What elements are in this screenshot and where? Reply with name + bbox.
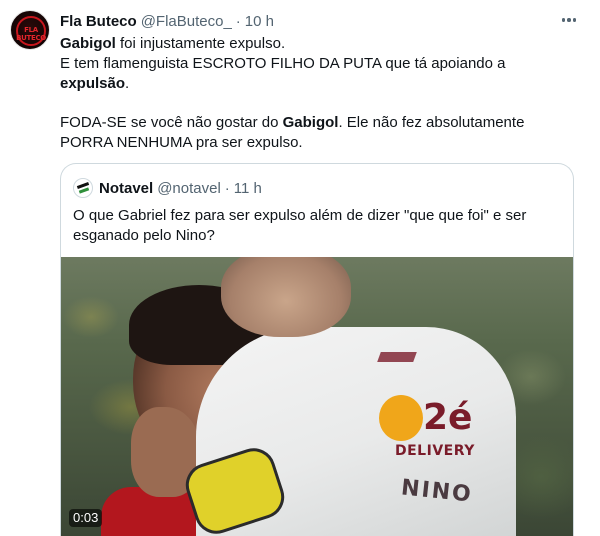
bold-text: Gabigol [282,114,339,131]
video-duration-badge: 0:03 [69,509,103,527]
tweet-text-line: PORRA NENHUMA pra ser expulso. [60,133,303,153]
tweet-text-line: expulsão. [60,74,129,94]
bold-text: Gabigol [60,35,116,52]
text-span: E tem flamenguista ESCROTO FILHO DA PUTA… [60,55,506,72]
quoted-text-line: esganado pelo Nino? [73,227,215,244]
text-span: foi injustamente expulso. [115,35,286,52]
sponsor-logo-icon [379,395,423,441]
sponsor-mark: 2é [423,397,473,438]
text-span: FODA-SE se você não gostar do [60,114,283,131]
quoted-tweet[interactable]: Notavel @notavel · 11 h O que Gabriel fe… [60,163,574,536]
tweet-header: Fla Buteco @FlaButeco_ · 10 h [60,11,274,31]
quoted-timestamp: 11 h [233,179,262,197]
tweet-timestamp[interactable]: 10 h [245,13,274,30]
more-options-icon[interactable] [558,10,580,30]
video-figure [221,257,351,337]
more-dot [561,18,566,22]
text-span: . [125,75,130,92]
jersey-collar [377,352,417,362]
more-dot [572,18,577,22]
tweet-text-line: Gabigol foi injustamente expulso. [60,34,285,54]
bold-text: expulsão [60,75,126,92]
author-avatar[interactable]: FLA BUTECO [10,10,50,50]
text-span: . Ele não fez absolutamente [338,114,525,131]
tweet-text-line: FODA-SE se você não gostar do Gabigol. E… [60,113,524,133]
quoted-author-handle: @notavel [157,179,221,197]
quoted-tweet-header: Notavel @notavel · 11 h [99,178,262,198]
separator-dot: · [224,179,230,197]
tweet[interactable]: FLA BUTECO Fla Buteco @FlaButeco_ · 10 h… [0,0,600,536]
more-dot [567,18,571,22]
separator-dot: · [235,12,241,30]
video-player[interactable]: 2é DELIVERY NINO 0:03 [61,257,573,536]
avatar-logo-text: FLA BUTECO [16,26,46,42]
author-handle[interactable]: @FlaButeco_ [141,13,232,30]
text-span: PORRA NENHUMA pra ser expulso. [60,134,303,151]
sponsor-word: DELIVERY [395,443,475,459]
avatar-mark [78,187,90,194]
tweet-text-line: E tem flamenguista ESCROTO FILHO DA PUTA… [60,54,506,74]
quoted-author-name: Notavel [99,179,154,197]
author-name[interactable]: Fla Buteco [60,13,137,30]
quoted-author-avatar [73,178,93,198]
quoted-text-line: O que Gabriel fez para ser expulso além … [73,207,527,224]
